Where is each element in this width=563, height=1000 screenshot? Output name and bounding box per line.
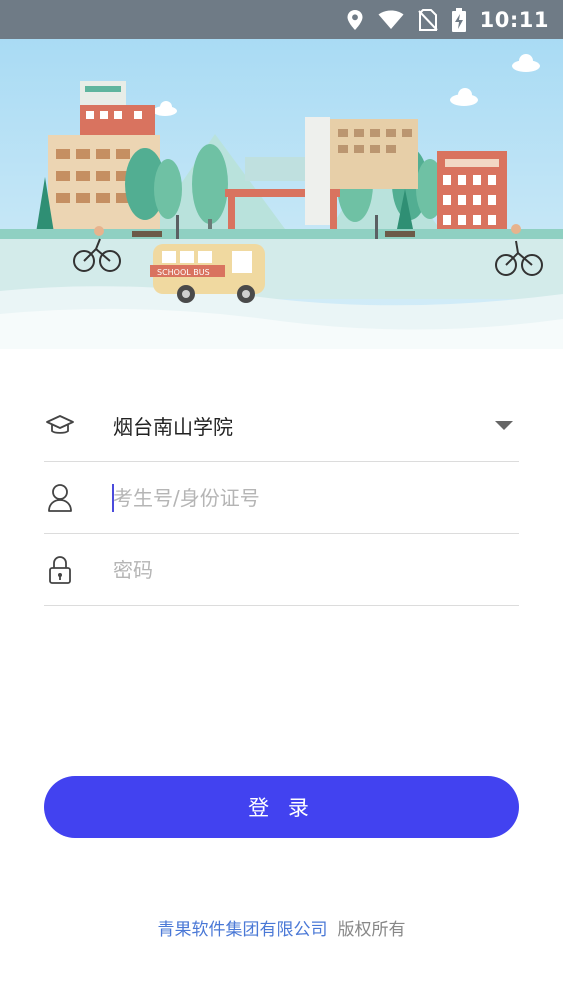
no-sim-icon — [417, 8, 438, 31]
password-row — [44, 534, 519, 606]
status-bar: 10:11 — [0, 0, 563, 39]
status-time: 10:11 — [479, 7, 549, 32]
password-input[interactable] — [113, 549, 519, 590]
campus-banner: SCHOOL BUS — [0, 39, 563, 349]
school-select-value: 烟台南山学院 — [113, 415, 233, 439]
school-select[interactable]: 烟台南山学院 — [44, 390, 519, 462]
bus-label: SCHOOL BUS — [157, 268, 210, 277]
wifi-icon — [378, 10, 404, 30]
company-link[interactable]: 青果软件集团有限公司 — [158, 920, 328, 940]
graduation-cap-icon — [44, 410, 76, 442]
login-button[interactable]: 登 录 — [44, 776, 519, 838]
footer: 青果软件集团有限公司 版权所有 — [0, 915, 563, 940]
user-icon — [44, 482, 76, 514]
copyright-text: 版权所有 — [337, 920, 406, 940]
username-input[interactable] — [113, 477, 519, 518]
login-form: 烟台南山学院 — [44, 390, 519, 606]
chevron-down-icon[interactable] — [495, 421, 513, 430]
battery-charging-icon — [451, 7, 466, 32]
lock-icon — [44, 554, 76, 586]
location-icon — [346, 9, 364, 31]
username-row — [44, 462, 519, 534]
